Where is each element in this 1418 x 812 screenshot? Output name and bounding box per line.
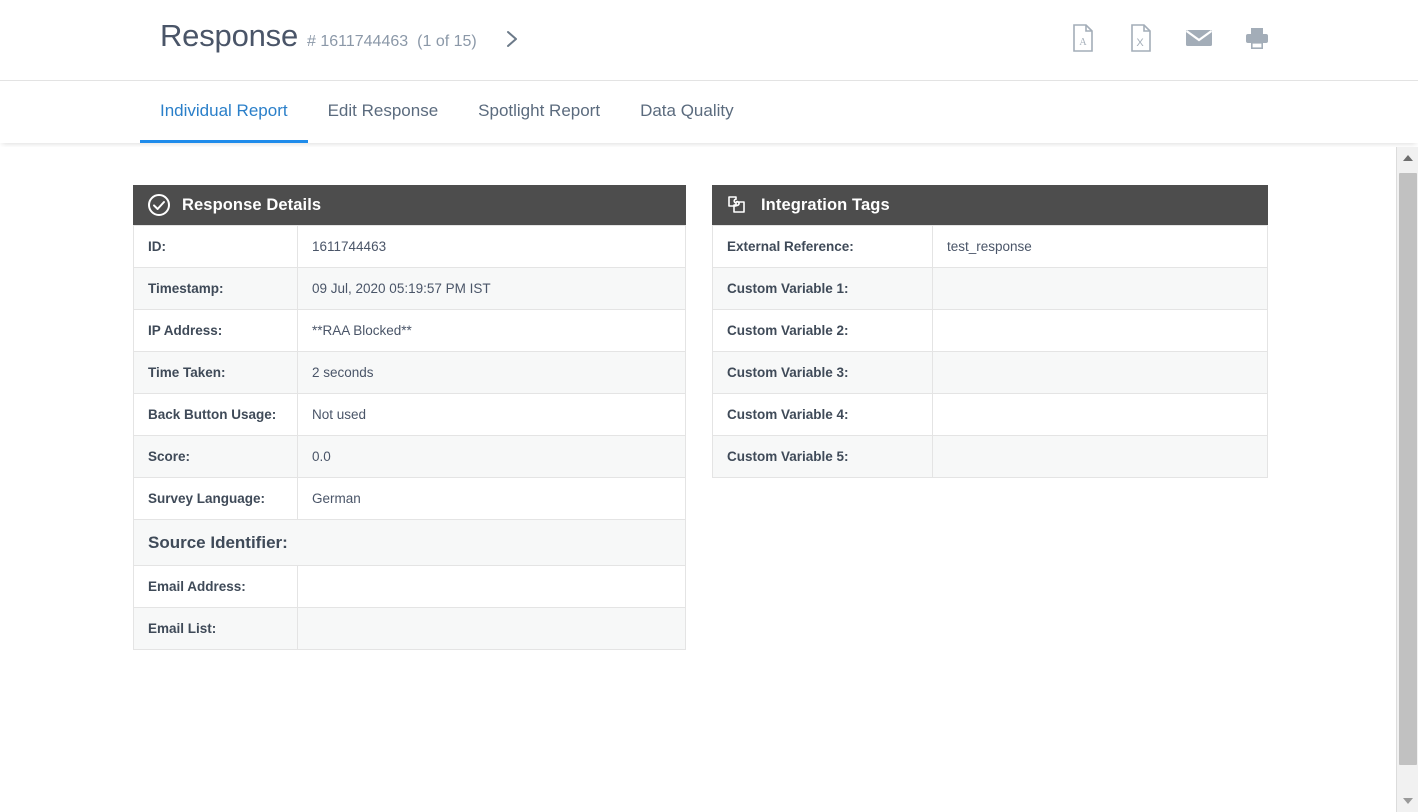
envelope-icon <box>1185 27 1213 49</box>
row-key: Custom Variable 4: <box>713 394 933 436</box>
row-value <box>933 352 1268 394</box>
page-header: Response # 1611744463 (1 of 15) A X <box>0 0 1418 81</box>
export-pdf-button[interactable]: A <box>1067 22 1099 54</box>
row-key: Email Address: <box>134 566 298 608</box>
row-key: Custom Variable 3: <box>713 352 933 394</box>
table-row: External Reference: test_response <box>713 226 1268 268</box>
tab-label: Edit Response <box>328 101 439 121</box>
main-content: Response Details ID: 1611744463 Timestam… <box>0 147 1396 812</box>
table-row: Custom Variable 5: <box>713 436 1268 478</box>
table-row: Custom Variable 4: <box>713 394 1268 436</box>
row-key: Time Taken: <box>134 352 298 394</box>
row-value <box>298 608 686 650</box>
row-key: Custom Variable 1: <box>713 268 933 310</box>
row-key: External Reference: <box>713 226 933 268</box>
row-value: 09 Jul, 2020 05:19:57 PM IST <box>298 268 686 310</box>
table-row: Custom Variable 2: <box>713 310 1268 352</box>
row-value: test_response <box>933 226 1268 268</box>
email-response-button[interactable] <box>1183 22 1215 54</box>
row-value: 2 seconds <box>298 352 686 394</box>
response-details-panel: Response Details ID: 1611744463 Timestam… <box>133 185 686 650</box>
table-row: Custom Variable 1: <box>713 268 1268 310</box>
page-title-text: Response <box>160 18 298 54</box>
tab-edit-response[interactable]: Edit Response <box>308 81 459 143</box>
row-value <box>933 436 1268 478</box>
scrollbar-thumb[interactable] <box>1399 173 1417 765</box>
row-key: ID: <box>134 226 298 268</box>
scroll-down-button[interactable] <box>1397 790 1418 812</box>
table-row: ID: 1611744463 <box>134 226 686 268</box>
scroll-up-button[interactable] <box>1397 147 1418 169</box>
chevron-right-icon <box>504 28 520 50</box>
export-excel-button[interactable]: X <box>1125 22 1157 54</box>
page-title: Response # 1611744463 (1 of 15) <box>160 18 477 54</box>
tab-data-quality[interactable]: Data Quality <box>620 81 754 143</box>
row-key: Back Button Usage: <box>134 394 298 436</box>
row-value <box>298 566 686 608</box>
excel-file-icon: X <box>1129 24 1153 52</box>
vertical-scrollbar[interactable] <box>1396 147 1418 812</box>
table-row: Back Button Usage: Not used <box>134 394 686 436</box>
svg-text:A: A <box>1079 37 1087 48</box>
table-row: Survey Language: German <box>134 478 686 520</box>
row-key: Email List: <box>134 608 298 650</box>
printer-icon <box>1244 25 1270 51</box>
row-key: Timestamp: <box>134 268 298 310</box>
tab-spotlight-report[interactable]: Spotlight Report <box>458 81 620 143</box>
chevron-up-icon <box>1403 155 1413 161</box>
row-value <box>933 310 1268 352</box>
integration-tags-header: Integration Tags <box>712 185 1268 225</box>
row-key: Survey Language: <box>134 478 298 520</box>
row-key: Custom Variable 5: <box>713 436 933 478</box>
integration-tags-table: External Reference: test_response Custom… <box>712 225 1268 478</box>
row-key: Score: <box>134 436 298 478</box>
next-response-button[interactable] <box>498 25 526 53</box>
response-position-label: (1 of 15) <box>417 33 477 51</box>
check-circle-icon <box>147 193 171 217</box>
row-key: Custom Variable 2: <box>713 310 933 352</box>
panel-title: Integration Tags <box>761 196 890 215</box>
puzzle-piece-icon <box>726 193 750 217</box>
panel-title: Response Details <box>182 196 321 215</box>
tab-label: Data Quality <box>640 101 734 121</box>
table-row: Timestamp: 09 Jul, 2020 05:19:57 PM IST <box>134 268 686 310</box>
row-value: **RAA Blocked** <box>298 310 686 352</box>
row-value: 1611744463 <box>298 226 686 268</box>
tab-bar: Individual Report Edit Response Spotligh… <box>0 81 1418 143</box>
integration-tags-panel: Integration Tags External Reference: tes… <box>712 185 1268 478</box>
row-value <box>933 394 1268 436</box>
table-row: IP Address: **RAA Blocked** <box>134 310 686 352</box>
source-identifier-section-row: Source Identifier: <box>134 520 686 566</box>
print-response-button[interactable] <box>1241 22 1273 54</box>
chevron-down-icon <box>1403 798 1413 804</box>
section-title: Source Identifier: <box>134 520 686 566</box>
table-row: Email List: <box>134 608 686 650</box>
row-value: Not used <box>298 394 686 436</box>
response-id-label: # 1611744463 <box>307 33 408 51</box>
table-row: Score: 0.0 <box>134 436 686 478</box>
row-value <box>933 268 1268 310</box>
row-key: IP Address: <box>134 310 298 352</box>
table-row: Email Address: <box>134 566 686 608</box>
tab-list: Individual Report Edit Response Spotligh… <box>140 81 754 143</box>
tab-individual-report[interactable]: Individual Report <box>140 81 308 143</box>
row-value: German <box>298 478 686 520</box>
response-details-header: Response Details <box>133 185 686 225</box>
tab-label: Spotlight Report <box>478 101 600 121</box>
header-actions: A X <box>1067 22 1273 54</box>
svg-text:X: X <box>1136 37 1144 49</box>
response-details-table: ID: 1611744463 Timestamp: 09 Jul, 2020 0… <box>133 225 686 650</box>
table-row: Custom Variable 3: <box>713 352 1268 394</box>
pdf-file-icon: A <box>1071 24 1095 52</box>
tab-label: Individual Report <box>160 101 288 121</box>
table-row: Time Taken: 2 seconds <box>134 352 686 394</box>
row-value: 0.0 <box>298 436 686 478</box>
